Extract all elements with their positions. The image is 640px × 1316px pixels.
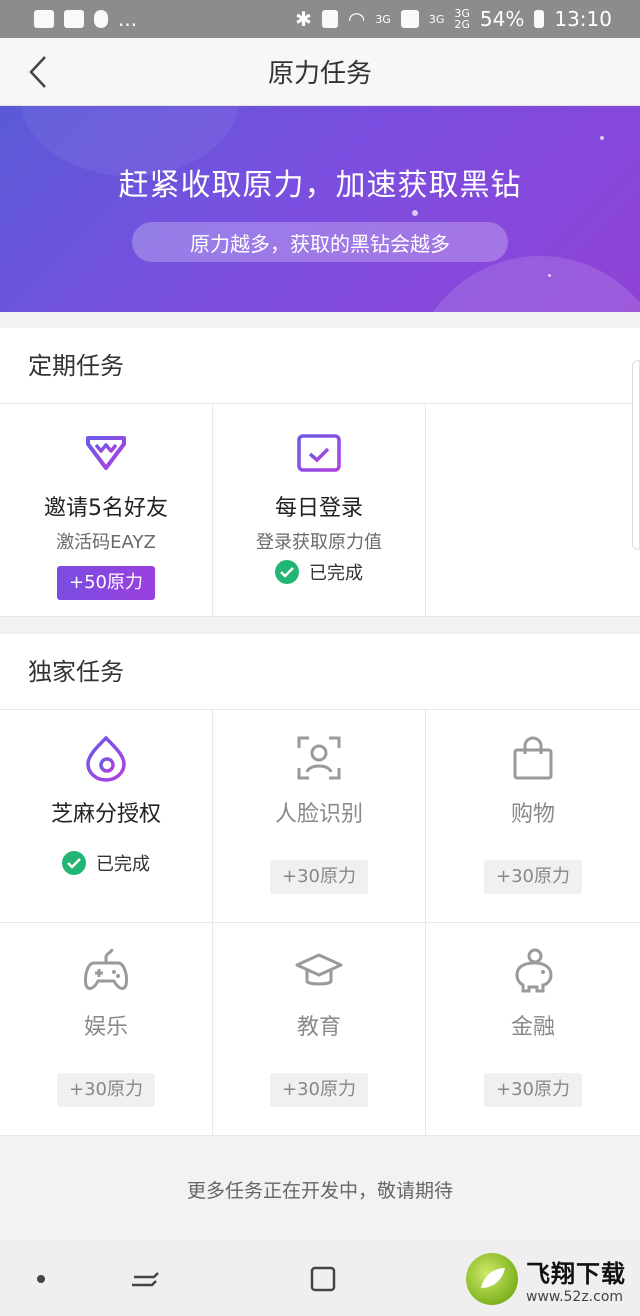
completed-status: 已完成 xyxy=(62,850,150,876)
more-notifications: ... xyxy=(118,7,138,31)
watermark-text: 飞翔下载 www.52z.com xyxy=(526,1254,626,1305)
scrollbar-handle[interactable] xyxy=(632,360,640,550)
home-dot-button[interactable] xyxy=(24,1262,58,1296)
signal-icon xyxy=(400,10,419,28)
system-icons: ✱ ◠ 3G 3G 3G 2G 54% 13:10 xyxy=(295,7,612,31)
reward-badge: +30原力 xyxy=(484,1073,582,1107)
network-label-4: 2G xyxy=(454,18,470,31)
reward-badge: +30原力 xyxy=(270,860,368,894)
status-label: 已完成 xyxy=(96,854,150,875)
section-title: 独家任务 xyxy=(0,634,640,710)
banner-headline: 赶紧收取原力，加速获取黑钻 xyxy=(118,168,522,203)
notification-icons: ... xyxy=(34,7,137,31)
wifi-icon: ◠ xyxy=(347,7,366,31)
status-label: 已完成 xyxy=(309,563,363,584)
exclusive-tasks-section: 独家任务 芝麻分授权 已完成 人脸识别 +30原力 购物 +30原力 娱乐 +3… xyxy=(0,634,640,1136)
watermark-title: 飞翔下载 xyxy=(526,1259,626,1288)
watermark: 飞翔下载 www.52z.com xyxy=(466,1246,640,1312)
banner-subline: 原力越多，获取的黑钻会越多 xyxy=(132,222,508,262)
nfc-icon xyxy=(321,10,338,28)
section-title: 定期任务 xyxy=(0,328,640,404)
reward-badge: +30原力 xyxy=(57,1073,155,1107)
check-circle-icon xyxy=(62,851,86,875)
network-label-2: 3G xyxy=(428,12,445,26)
task-education[interactable]: 教育 +30原力 xyxy=(213,923,426,1136)
task-invite-friends[interactable]: 邀请5名好友 激活码EAYZ +50原力 xyxy=(0,404,213,617)
footer-note: 更多任务正在开发中，敬请期待 xyxy=(0,1138,640,1240)
banner-star xyxy=(548,274,551,277)
back-button[interactable] xyxy=(18,52,58,92)
recents-icon xyxy=(132,1272,159,1287)
promo-banner: 赶紧收取原力，加速获取黑钻 原力越多，获取的黑钻会越多 xyxy=(0,106,640,312)
regular-tasks-section: 定期任务 邀请5名好友 激活码EAYZ +50原力 每日登录 登录获取原力值 已… xyxy=(0,328,640,617)
recent-apps-button[interactable] xyxy=(128,1262,162,1296)
task-grid: 邀请5名好友 激活码EAYZ +50原力 每日登录 登录获取原力值 已完成 xyxy=(0,404,640,617)
task-name: 购物 xyxy=(510,802,555,827)
task-sesame-credit[interactable]: 芝麻分授权 已完成 xyxy=(0,710,213,923)
piggy-bank-icon xyxy=(515,948,553,993)
task-finance[interactable]: 金融 +30原力 xyxy=(426,923,640,1136)
home-button[interactable] xyxy=(306,1262,340,1296)
image-icon xyxy=(64,10,84,28)
task-subtitle: 激活码EAYZ xyxy=(56,532,156,553)
battery-icon xyxy=(534,10,545,28)
watermark-url: www.52z.com xyxy=(526,1288,624,1305)
reward-badge: +30原力 xyxy=(484,860,582,894)
task-entertainment[interactable]: 娱乐 +30原力 xyxy=(0,923,213,1136)
gamepad-icon xyxy=(84,948,128,990)
task-subtitle: 登录获取原力值 xyxy=(256,532,382,553)
task-shopping[interactable]: 购物 +30原力 xyxy=(426,710,640,923)
task-name: 邀请5名好友 xyxy=(44,496,168,521)
task-name: 金融 xyxy=(510,1015,555,1040)
banner-star xyxy=(412,210,418,216)
navigation-bar: 原力任务 xyxy=(0,38,640,106)
banner-planet xyxy=(410,256,640,312)
network-dual: 3G 2G xyxy=(454,8,470,30)
dot-icon xyxy=(37,1275,45,1283)
reward-badge: +50原力 xyxy=(57,566,155,600)
shopping-bag-icon xyxy=(513,736,553,780)
banner-star xyxy=(600,136,604,140)
empty-cell xyxy=(426,404,640,617)
clock: 13:10 xyxy=(554,7,612,31)
task-grid: 芝麻分授权 已完成 人脸识别 +30原力 购物 +30原力 娱乐 +30原力 教… xyxy=(0,710,640,1136)
task-name: 每日登录 xyxy=(274,496,363,521)
diamond-icon xyxy=(86,436,126,470)
bluetooth-icon: ✱ xyxy=(295,7,312,31)
sesame-icon xyxy=(86,735,126,782)
network-label-1: 3G xyxy=(375,12,391,26)
task-name: 芝麻分授权 xyxy=(50,802,161,827)
task-name: 人脸识别 xyxy=(274,802,363,827)
task-name: 教育 xyxy=(296,1015,341,1040)
graduation-cap-icon xyxy=(295,953,343,986)
task-name: 娱乐 xyxy=(83,1015,128,1040)
watermark-logo xyxy=(466,1253,518,1305)
square-icon xyxy=(310,1266,336,1292)
calendar-check-icon xyxy=(297,431,341,472)
reward-badge: +30原力 xyxy=(270,1073,368,1107)
status-bar: ... ✱ ◠ 3G 3G 3G 2G 54% 13:10 xyxy=(0,0,640,38)
completed-status: 已完成 xyxy=(275,559,363,585)
battery-percent: 54% xyxy=(479,7,525,31)
chevron-left-icon xyxy=(29,56,46,88)
page-title: 原力任务 xyxy=(267,59,372,89)
message-icon xyxy=(34,10,54,28)
check-circle-icon xyxy=(275,560,299,584)
face-scan-icon xyxy=(297,736,341,780)
accessibility-icon xyxy=(94,10,108,28)
task-daily-login[interactable]: 每日登录 登录获取原力值 已完成 xyxy=(213,404,426,617)
task-face-recognition[interactable]: 人脸识别 +30原力 xyxy=(213,710,426,923)
leaf-icon xyxy=(481,1268,505,1288)
